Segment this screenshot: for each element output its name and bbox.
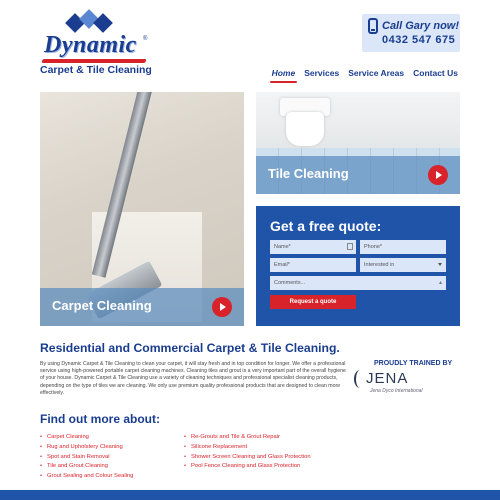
tile-cleaning-tile[interactable]: Tile Cleaning	[256, 92, 460, 194]
comments-textarea[interactable]: Comments... ▴	[270, 276, 446, 290]
list-item[interactable]: Pool Fence Cleaning and Glass Protection	[184, 462, 311, 472]
services-list-right: Re-Grouts and Tile & Grout Repair Silico…	[184, 433, 311, 472]
resize-handle-icon: ▴	[438, 280, 442, 286]
tile-tile-label[interactable]: Tile Cleaning	[268, 166, 349, 181]
list-item[interactable]: Carpet Cleaning	[40, 433, 133, 443]
jena-subtitle: Jena Dyco International	[370, 388, 423, 394]
toilet-image	[286, 112, 324, 146]
jena-trained-label: PROUDLY TRAINED BY	[374, 360, 453, 367]
nav-home[interactable]: Home	[269, 68, 297, 83]
nav-service-areas[interactable]: Service Areas	[348, 68, 404, 78]
carpet-tile-label[interactable]: Carpet Cleaning	[52, 298, 152, 313]
logo-swoosh	[41, 59, 147, 63]
name-placeholder: Name*	[274, 244, 291, 250]
list-item[interactable]: Grout Sealing and Colour Sealing	[40, 472, 133, 482]
phone-icon	[368, 18, 378, 34]
footer-bar	[0, 490, 500, 500]
nav-services[interactable]: Services	[304, 68, 339, 78]
tile-arrow-button[interactable]	[428, 165, 448, 185]
phone-input[interactable]: Phone*	[360, 240, 446, 254]
interest-placeholder: Interested in	[364, 262, 395, 268]
logo-subtitle: Carpet & Tile Cleaning	[40, 64, 152, 76]
call-number[interactable]: 0432 547 675	[382, 34, 455, 46]
main-heading: Residential and Commercial Carpet & Tile…	[40, 341, 340, 355]
call-label: Call Gary now!	[382, 20, 460, 32]
name-input[interactable]: Name*	[270, 240, 356, 254]
logo-word: Dynamic	[44, 32, 137, 58]
list-item[interactable]: Spot and Stain Removal	[40, 453, 133, 463]
main-nav: Home Services Service Areas Contact Us	[269, 68, 458, 83]
jena-swirl-icon	[354, 370, 366, 388]
list-item[interactable]: Re-Grouts and Tile & Grout Repair	[184, 433, 311, 443]
carpet-arrow-button[interactable]	[212, 297, 232, 317]
interest-select[interactable]: Interested in	[360, 258, 446, 272]
email-input[interactable]: Email*	[270, 258, 356, 272]
list-item[interactable]: Rug and Upholstery Cleaning	[40, 443, 133, 453]
list-item[interactable]: Tile and Grout Cleaning	[40, 462, 133, 472]
comments-placeholder: Comments...	[274, 280, 306, 286]
chevron-down-icon	[438, 263, 442, 266]
jena-badge[interactable]: PROUDLY TRAINED BY JENA Jena Dyco Intern…	[352, 358, 460, 398]
call-box[interactable]: Call Gary now! 0432 547 675	[362, 14, 460, 52]
carpet-cleaning-tile[interactable]: Carpet Cleaning	[40, 92, 244, 326]
list-item[interactable]: Shower Screen Cleaning and Glass Protect…	[184, 453, 311, 463]
email-placeholder: Email*	[274, 262, 290, 268]
carpet-tile-band: Carpet Cleaning	[40, 288, 244, 326]
request-quote-button[interactable]: Request a quote	[270, 295, 356, 309]
intro-text: By using Dynamic Carpet & Tile Cleaning …	[40, 361, 346, 396]
jena-logo-word: JENA	[366, 370, 409, 387]
tile-tile-band: Tile Cleaning	[256, 156, 460, 194]
phone-placeholder: Phone*	[364, 244, 383, 250]
list-item[interactable]: Silicone Replacement	[184, 443, 311, 453]
services-list-left: Carpet Cleaning Rug and Upholstery Clean…	[40, 433, 133, 482]
contact-card-icon	[347, 243, 353, 250]
nav-contact-us[interactable]: Contact Us	[413, 68, 458, 78]
find-more-heading: Find out more about:	[40, 412, 160, 426]
logo-reg-mark: ®	[143, 36, 148, 42]
logo[interactable]: Dynamic ® Carpet & Tile Cleaning	[40, 9, 152, 78]
quote-title: Get a free quote:	[270, 218, 382, 234]
